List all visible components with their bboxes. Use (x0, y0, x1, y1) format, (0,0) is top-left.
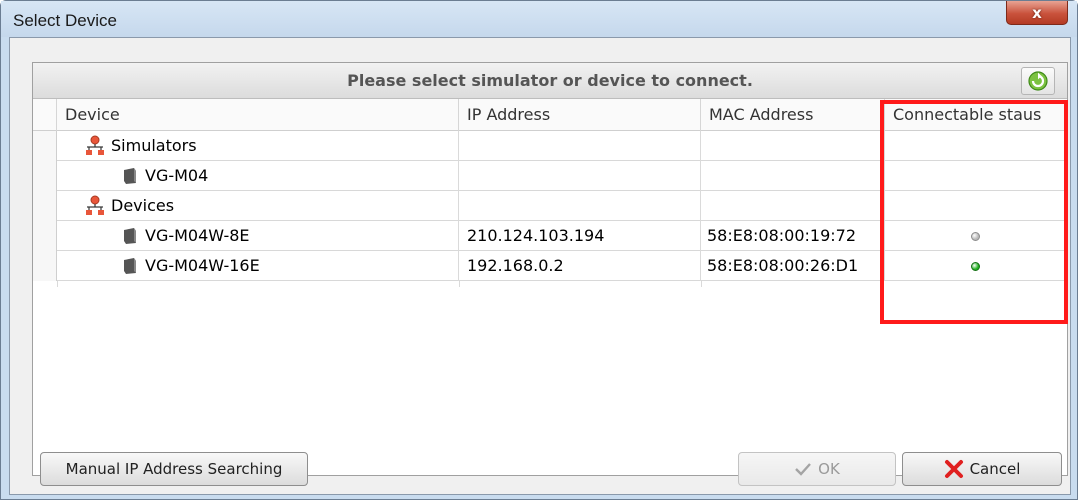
mac-address-cell: 58:E8:08:00:26:D1 (701, 251, 885, 281)
window-title: Select Device (13, 11, 117, 30)
panel-instruction: Please select simulator or device to con… (347, 71, 753, 90)
mac-address-cell (701, 191, 885, 221)
device-name: VG-M04W-16E (145, 256, 260, 275)
column-header-ip[interactable]: IP Address (459, 99, 701, 131)
network-tree-icon (85, 195, 105, 217)
ip-address-cell: 192.168.0.2 (459, 251, 701, 281)
red-x-icon (944, 459, 964, 479)
device-icon (121, 257, 139, 275)
close-icon: x (1032, 3, 1042, 22)
cancel-label: Cancel (969, 460, 1021, 478)
ip-address-cell (459, 161, 701, 191)
column-header-mac[interactable]: MAC Address (701, 99, 885, 131)
checkmark-icon (794, 462, 812, 476)
ok-label: OK (818, 460, 840, 478)
manual-ip-search-button[interactable]: Manual IP Address Searching (40, 452, 308, 486)
select-device-dialog: Select Device x Please select simulator … (0, 0, 1078, 500)
row-header (33, 221, 57, 251)
mac-address-cell: 58:E8:08:00:19:72 (701, 221, 885, 251)
title-bar: Select Device x (1, 1, 1077, 37)
ip-address-cell (459, 191, 701, 221)
ip-address-cell (459, 131, 701, 161)
status-column-highlight (880, 100, 1068, 324)
close-button[interactable]: x (1006, 1, 1068, 25)
cancel-button[interactable]: Cancel (902, 452, 1062, 486)
row-header (33, 251, 57, 281)
manual-ip-search-label: Manual IP Address Searching (65, 460, 283, 478)
column-header-device[interactable]: Device (57, 99, 459, 131)
ok-button[interactable]: OK (738, 452, 896, 486)
row-header (33, 131, 57, 161)
device-cell: Simulators (57, 131, 459, 161)
mac-address-cell (701, 161, 885, 191)
device-cell: VG-M04W-8E (57, 221, 459, 251)
group-label: Simulators (111, 136, 197, 155)
device-icon (121, 227, 139, 245)
device-name: VG-M04 (145, 166, 209, 185)
network-tree-icon (85, 135, 105, 157)
row-header (33, 161, 57, 191)
panel-header: Please select simulator or device to con… (33, 63, 1067, 99)
group-label: Devices (111, 196, 175, 215)
row-header (33, 191, 57, 221)
device-cell: VG-M04 (57, 161, 459, 191)
ip-address-cell: 210.124.103.194 (459, 221, 701, 251)
dialog-body: Please select simulator or device to con… (9, 37, 1071, 495)
mac-address-cell (701, 131, 885, 161)
device-cell: VG-M04W-16E (57, 251, 459, 281)
device-cell: Devices (57, 191, 459, 221)
device-icon (121, 167, 139, 185)
refresh-button[interactable] (1021, 67, 1055, 95)
device-name: VG-M04W-8E (145, 226, 250, 245)
refresh-icon (1028, 71, 1048, 91)
row-header-corner (33, 99, 57, 131)
